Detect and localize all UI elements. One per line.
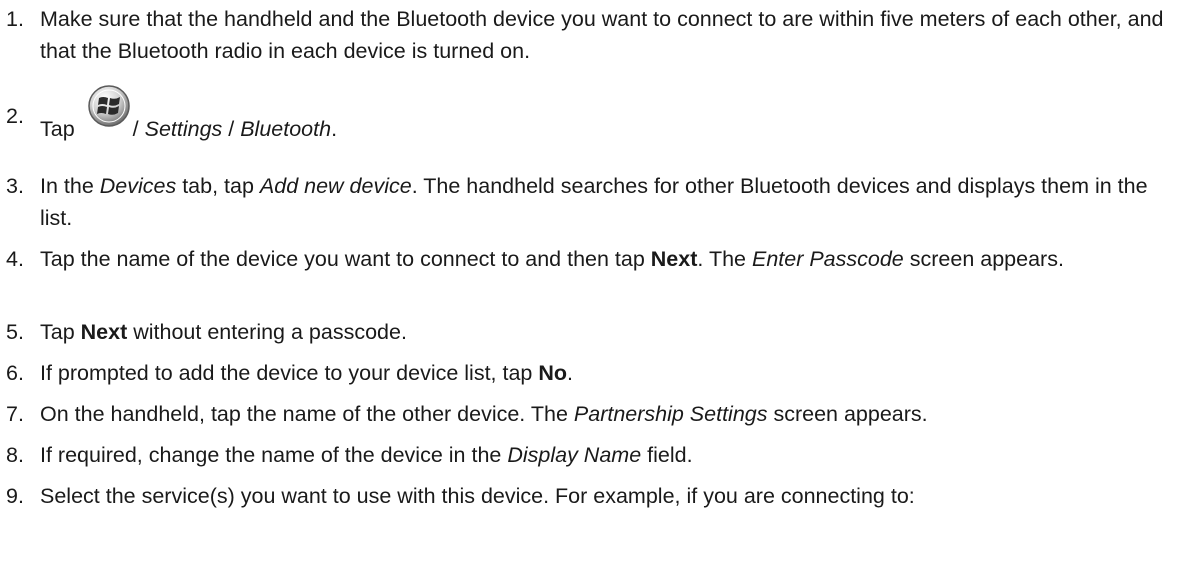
ui-term-next: Next bbox=[80, 320, 128, 344]
menu-path-settings: Settings bbox=[144, 117, 223, 141]
ui-term-no: No bbox=[538, 361, 568, 385]
step-number: 9. bbox=[6, 484, 24, 508]
menu-path-bluetooth: Bluetooth bbox=[240, 117, 332, 141]
step-text: Tap Next without entering a passcode. bbox=[40, 316, 1181, 348]
ui-term-next: Next bbox=[650, 247, 698, 271]
text-run: screen appears. bbox=[767, 402, 928, 426]
ui-term-enter-passcode: Enter Passcode bbox=[751, 247, 904, 271]
menu-path-sep: / bbox=[132, 117, 145, 141]
step-number: 6. bbox=[6, 361, 24, 385]
step-text: In the Devices tab, tap Add new device. … bbox=[40, 170, 1181, 234]
step-number: 4. bbox=[6, 247, 24, 271]
step-number: 3. bbox=[6, 174, 24, 198]
menu-path-end: . bbox=[331, 117, 338, 141]
text-run: In the bbox=[40, 174, 100, 198]
text-run: screen appears. bbox=[903, 247, 1064, 271]
ui-term-devices: Devices bbox=[99, 174, 177, 198]
text-run: If prompted to add the device to your de… bbox=[40, 361, 539, 385]
menu-path-sep: / bbox=[222, 117, 241, 141]
text-run: field. bbox=[641, 443, 693, 467]
step-number: 7. bbox=[6, 402, 24, 426]
tap-word: Tap bbox=[40, 117, 75, 141]
text-run: . The bbox=[697, 247, 752, 271]
text-run: . bbox=[567, 361, 574, 385]
step-text: Tap / Settings / Bluetooth. bbox=[40, 85, 1181, 145]
windows-start-icon bbox=[87, 85, 131, 140]
ui-term-display-name: Display Name bbox=[507, 443, 642, 467]
step-text: Make sure that the handheld and the Blue… bbox=[40, 7, 1164, 63]
step-text: Select the service(s) you want to use wi… bbox=[40, 484, 915, 508]
text-run: tab, tap bbox=[176, 174, 260, 198]
ui-term-partnership-settings: Partnership Settings bbox=[573, 402, 768, 426]
step-number: 5. bbox=[6, 320, 24, 344]
text-run: On the handheld, tap the name of the oth… bbox=[40, 402, 574, 426]
step-text: Tap the name of the device you want to c… bbox=[40, 243, 1181, 275]
text-run: without entering a passcode. bbox=[127, 320, 407, 344]
step-number: 8. bbox=[6, 443, 24, 467]
step-number: 2. bbox=[6, 104, 24, 128]
step-number: 1. bbox=[6, 7, 24, 31]
step-text: If prompted to add the device to your de… bbox=[40, 357, 1181, 389]
text-run: If required, change the name of the devi… bbox=[40, 443, 508, 467]
step-text: If required, change the name of the devi… bbox=[40, 439, 1181, 471]
step-text: On the handheld, tap the name of the oth… bbox=[40, 398, 1181, 430]
text-run: Tap bbox=[40, 320, 81, 344]
ui-term-add-new-device: Add new device bbox=[259, 174, 412, 198]
text-run: Tap the name of the device you want to c… bbox=[40, 247, 651, 271]
